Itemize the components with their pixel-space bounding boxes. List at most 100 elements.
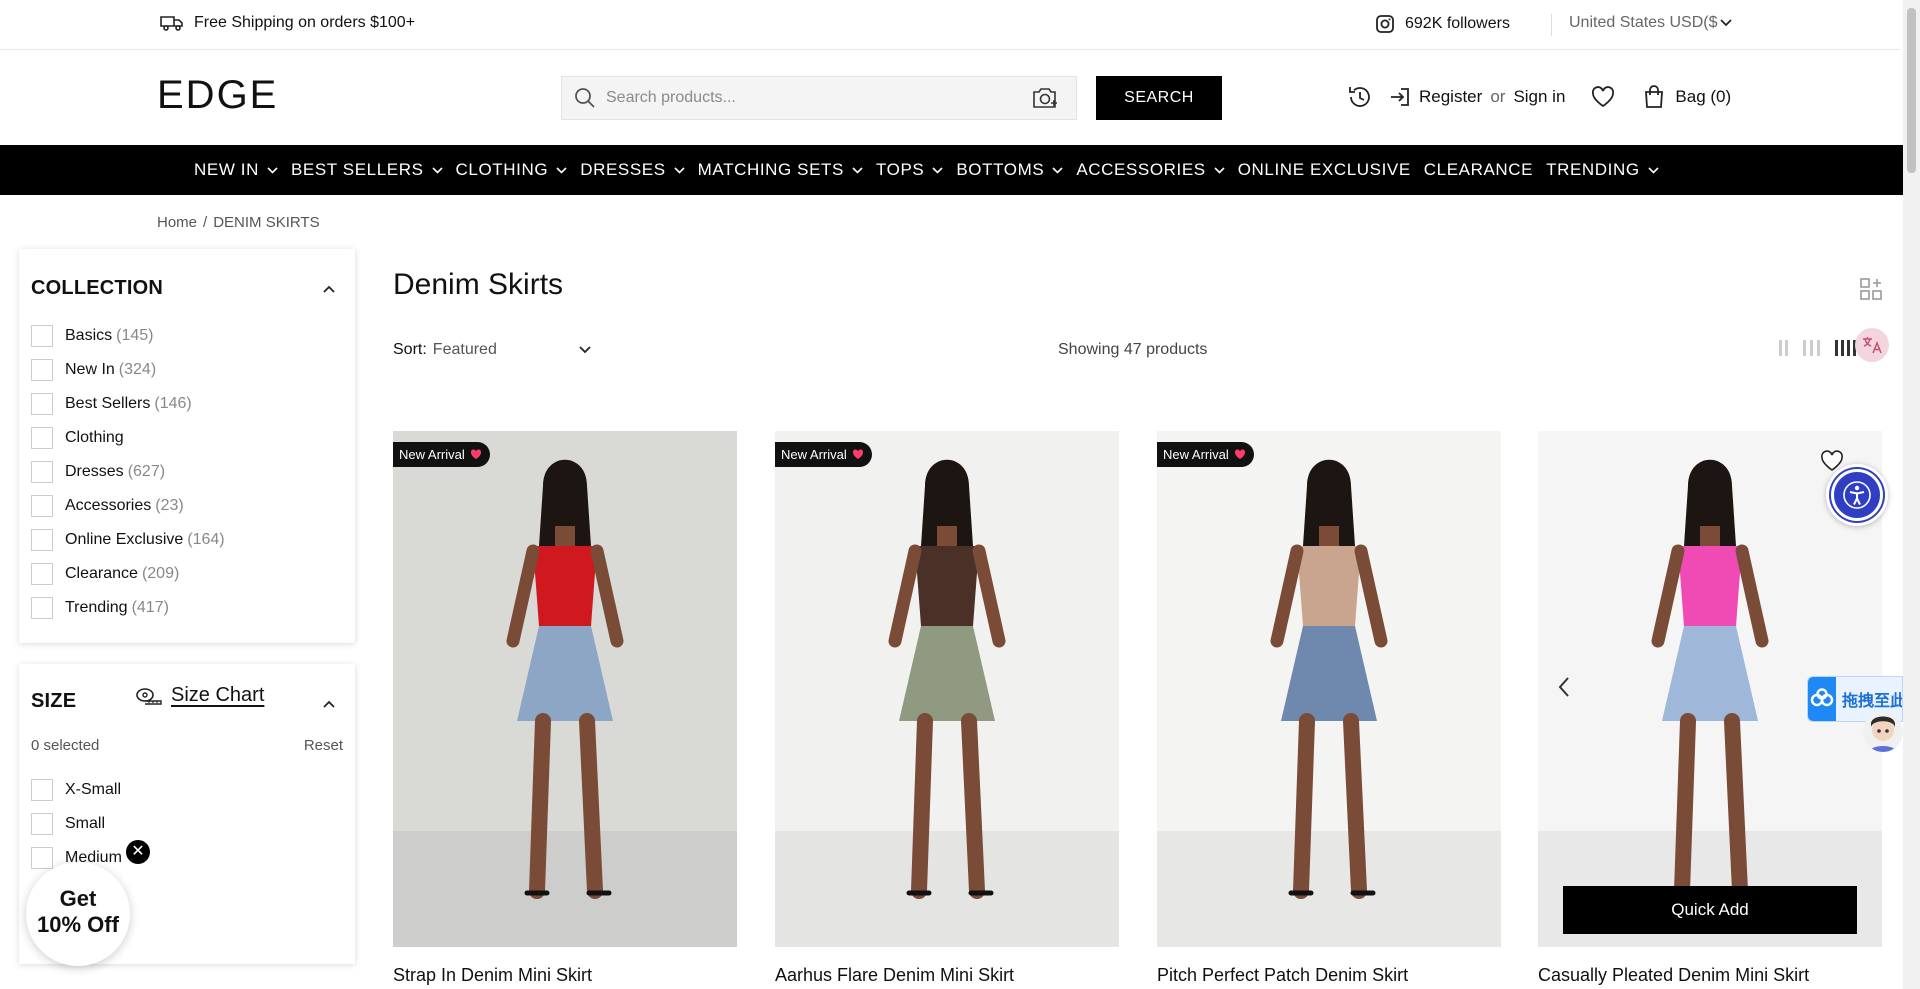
nav-item-label: CLEARANCE (1423, 160, 1534, 179)
reset-button[interactable]: Reset (304, 737, 343, 754)
checkbox[interactable] (31, 563, 53, 585)
collection-filter-clothing[interactable]: Clothing (31, 421, 225, 455)
heart-icon (852, 449, 863, 459)
badge-text: New Arrival (781, 447, 847, 462)
chevron-up-icon[interactable] (323, 285, 335, 293)
nav-item-matching-sets[interactable]: MATCHING SETS (698, 160, 863, 180)
grid-2-columns-icon[interactable] (1779, 340, 1789, 356)
checkbox[interactable] (31, 325, 53, 347)
checkbox[interactable] (31, 359, 53, 381)
scrollbar-thumb[interactable] (1907, 8, 1916, 173)
sort-select[interactable]: Featured (433, 341, 591, 359)
followers-text: 692K followers (1405, 15, 1510, 32)
product-card[interactable]: New Arrival Pitch Perfect Patch Denim Ski… (1157, 431, 1501, 985)
nav-item-online-exclusive[interactable]: ONLINE EXCLUSIVE (1238, 160, 1411, 180)
chevron-up-icon[interactable] (323, 700, 335, 708)
checkbox[interactable] (31, 495, 53, 517)
collection-filter-best-sellers[interactable]: Best Sellers (146) (31, 387, 225, 421)
size-chart-link[interactable]: Size Chart (135, 684, 264, 707)
checkbox[interactable] (31, 529, 53, 551)
product-name[interactable]: Pitch Perfect Patch Denim Skirt (1157, 965, 1408, 986)
filter-count: (146) (154, 395, 192, 412)
product-image[interactable]: New Arrival (1157, 431, 1501, 947)
bag-link[interactable]: Bag (0) (1675, 87, 1731, 107)
nav-item-accessories[interactable]: ACCESSORIES (1076, 160, 1225, 180)
nav-item-label: BEST SELLERS (290, 160, 424, 179)
checkbox[interactable] (31, 847, 53, 869)
product-image[interactable]: New Arrival (393, 431, 737, 947)
camera-search-icon[interactable] (1032, 86, 1060, 110)
assistant-avatar[interactable] (1863, 712, 1903, 752)
product-name[interactable]: Casually Pleated Denim Mini Skirt (1538, 965, 1809, 986)
chevron-left-icon[interactable] (1558, 676, 1570, 698)
nav-item-label: NEW IN (194, 160, 259, 179)
promo-close-button[interactable]: ✕ (126, 840, 150, 864)
sign-in-link[interactable]: Sign in (1513, 87, 1565, 107)
grid-3-columns-icon[interactable] (1803, 340, 1821, 356)
size-filter-small[interactable]: Small (31, 807, 122, 841)
chevron-down-icon (556, 166, 567, 174)
history-icon[interactable] (1347, 84, 1373, 110)
nav-item-trending[interactable]: TRENDING (1546, 160, 1659, 180)
currency-selector[interactable]: United States USD($ (1569, 14, 1732, 32)
checkbox[interactable] (31, 597, 53, 619)
breadcrumb-home[interactable]: Home (157, 214, 197, 231)
collection-filter-clearance[interactable]: Clearance (209) (31, 557, 225, 591)
collection-filter-dresses[interactable]: Dresses (627) (31, 455, 225, 489)
product-card[interactable]: New Arrival Strap In Denim Mini Skirt (393, 431, 737, 985)
discount-promo-badge[interactable]: Get 10% Off (26, 862, 130, 966)
filter-count: (209) (141, 565, 180, 582)
product-image[interactable]: New Arrival (775, 431, 1119, 947)
badge-text: New Arrival (399, 447, 465, 462)
site-logo[interactable]: EDGE (157, 73, 278, 118)
heart-icon (470, 449, 481, 459)
chevron-down-icon (267, 166, 278, 174)
promo-line-2: 10% Off (37, 912, 119, 937)
checkbox[interactable] (31, 779, 53, 801)
checkbox[interactable] (31, 393, 53, 415)
collection-filter-basics[interactable]: Basics (145) (31, 319, 225, 353)
nav-item-best-sellers[interactable]: BEST SELLERS (291, 160, 443, 180)
nav-item-tops[interactable]: TOPS (876, 160, 943, 180)
register-link[interactable]: Register (1419, 87, 1482, 107)
apps-grid-icon[interactable] (1859, 277, 1883, 301)
instagram-followers-link[interactable]: 692K followers (1375, 14, 1510, 34)
filter-label: X-Small (65, 781, 122, 798)
product-card[interactable]: New Arrival Aarhus Flare Denim Mini Skirt (775, 431, 1119, 985)
sort-control[interactable]: Sort: Featured (393, 341, 591, 359)
collection-filter-accessories[interactable]: Accessories (23) (31, 489, 225, 523)
checkbox[interactable] (31, 427, 53, 449)
size-meta: 0 selected Reset (31, 737, 343, 754)
nav-item-new-in[interactable]: NEW IN (194, 160, 278, 180)
search-button[interactable]: SEARCH (1096, 76, 1222, 120)
size-title[interactable]: SIZE (31, 690, 76, 713)
collection-filter-trending[interactable]: Trending (417) (31, 591, 225, 625)
wishlist-heart-icon[interactable] (1591, 86, 1615, 108)
accessibility-button[interactable] (1826, 464, 1888, 526)
nav-item-clothing[interactable]: CLOTHING (456, 160, 568, 180)
collection-filter-new-in[interactable]: New In (324) (31, 353, 225, 387)
size-filter-x-small[interactable]: X-Small (31, 773, 122, 807)
model-illustration (393, 459, 737, 947)
chevron-down-icon (852, 166, 863, 174)
nav-item-bottoms[interactable]: BOTTOMS (956, 160, 1063, 180)
grid-4-columns-icon[interactable] (1835, 340, 1857, 356)
new-arrival-badge: New Arrival (775, 442, 872, 467)
nav-item-clearance[interactable]: CLEARANCE (1424, 160, 1533, 180)
nav-item-dresses[interactable]: DRESSES (580, 160, 685, 180)
currency-text: United States USD($ (1569, 14, 1718, 31)
search-input[interactable] (606, 89, 1006, 107)
product-name[interactable]: Aarhus Flare Denim Mini Skirt (775, 965, 1014, 986)
quick-add-button[interactable]: Quick Add (1563, 886, 1857, 934)
checkbox[interactable] (31, 461, 53, 483)
product-name[interactable]: Strap In Denim Mini Skirt (393, 965, 592, 986)
filter-label: New In (65, 361, 115, 378)
checkbox[interactable] (31, 813, 53, 835)
nav-item-label: CLOTHING (455, 160, 549, 179)
page-scrollbar[interactable] (1903, 0, 1920, 989)
model-illustration (775, 459, 1119, 947)
collection-title[interactable]: COLLECTION (31, 277, 163, 300)
promo-line-1: Get (59, 886, 97, 911)
collection-filter-online-exclusive[interactable]: Online Exclusive (164) (31, 523, 225, 557)
translate-button[interactable] (1855, 328, 1889, 362)
